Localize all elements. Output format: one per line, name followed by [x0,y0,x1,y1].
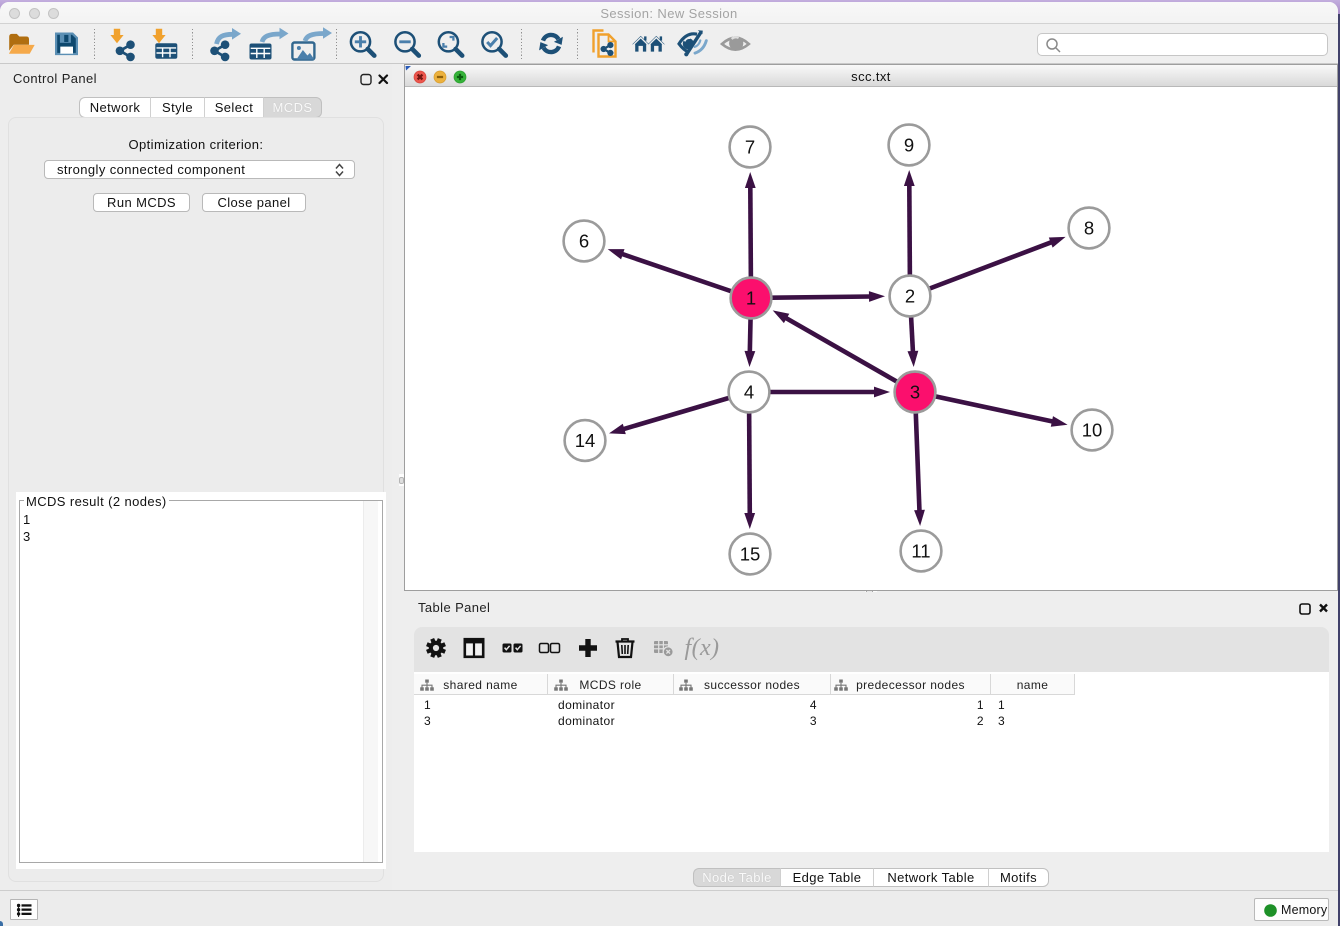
svg-text:7: 7 [745,137,755,158]
svg-text:1: 1 [746,288,756,309]
svg-text:14: 14 [575,430,596,451]
svg-text:f(x): f(x) [685,635,720,661]
svg-text:11: 11 [911,541,930,562]
svg-text:9: 9 [904,135,914,156]
svg-text:2: 2 [905,286,915,307]
svg-text:10: 10 [1082,420,1103,441]
svg-text:4: 4 [744,382,754,403]
svg-text:3: 3 [910,382,920,403]
svg-text:8: 8 [1084,218,1094,239]
svg-text:15: 15 [740,544,761,565]
svg-text:6: 6 [579,231,589,252]
